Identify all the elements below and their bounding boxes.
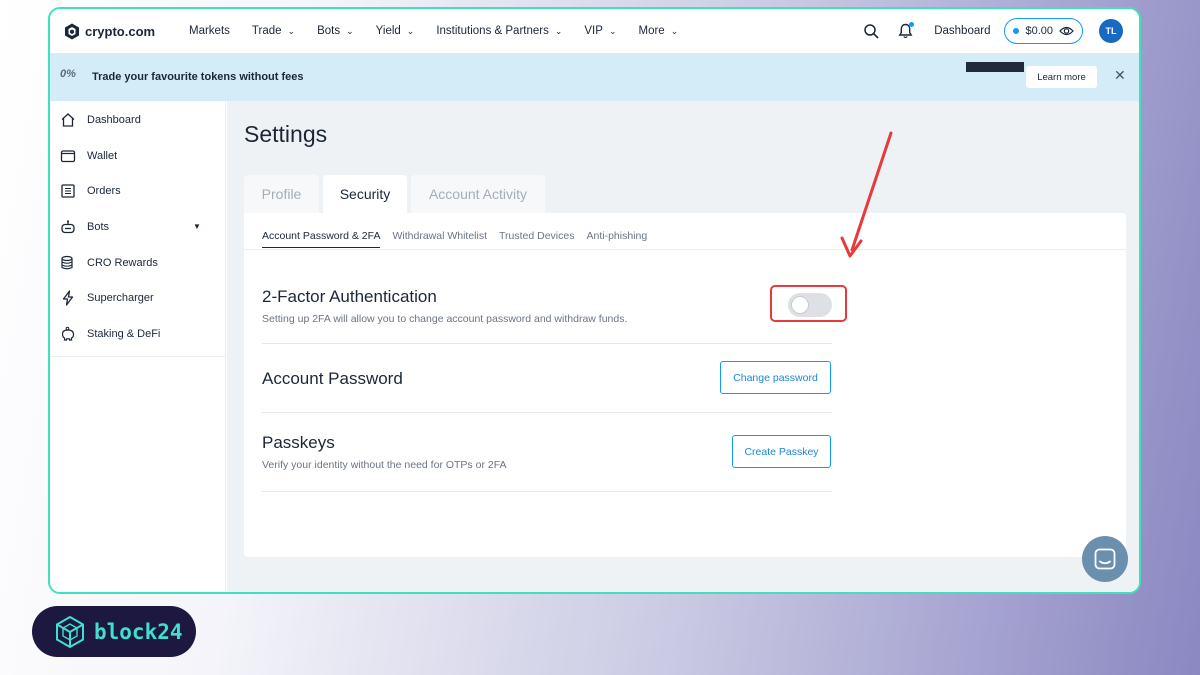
cube-icon xyxy=(56,615,84,648)
block24-logo: block24 xyxy=(32,606,196,657)
annotation-arrow xyxy=(840,131,893,258)
block24-text: block24 xyxy=(94,619,183,644)
